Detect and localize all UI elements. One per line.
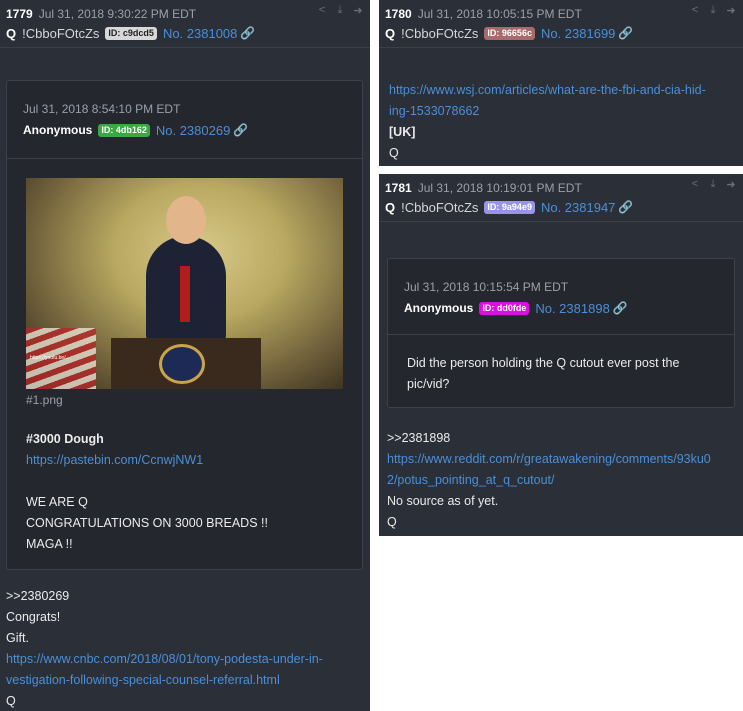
cnbc-link[interactable]: https://www.cnbc.com/2018/08/01/tony-pod… [6, 652, 323, 666]
quoted-line: Did the person holding the Q cutout ever… [407, 356, 680, 370]
quoted-name: Anonymous [23, 123, 93, 137]
reply-ref[interactable]: >>2381898 [387, 428, 743, 449]
body-line: Congrats! [6, 610, 61, 624]
quoted-line: MAGA !! [26, 537, 73, 551]
wsj-link-cont[interactable]: ing-1533078662 [389, 104, 479, 118]
post-1779: 1779 Jul 31, 2018 9:30:22 PM EDT Q !Cbbo… [0, 0, 370, 711]
tripcode: !CbboFOtcZs [401, 199, 479, 215]
quoted-name: Anonymous [404, 301, 474, 315]
post-image[interactable]: https://youtu.be/... [26, 178, 343, 389]
post-number: 1780 [385, 7, 412, 21]
reply-ref[interactable]: >>2380269 [6, 586, 366, 607]
image-filename[interactable]: #1.png [26, 390, 63, 411]
image-tie [180, 266, 190, 322]
quoted-post-number-link[interactable]: No. 2381898 [535, 301, 609, 316]
quoted-post: Jul 31, 2018 10:15:54 PM EDT Anonymous I… [387, 258, 735, 408]
post-number-link[interactable]: No. 2381947 [541, 200, 615, 215]
quoted-date: Jul 31, 2018 10:15:54 PM EDT [404, 280, 569, 294]
download-icon[interactable]: ⤓ [707, 4, 719, 17]
download-icon[interactable]: ⤓ [334, 4, 346, 17]
share-icon[interactable]: < [689, 178, 701, 191]
quoted-line: #3000 Dough [26, 432, 104, 446]
quoted-line: WE ARE Q [26, 495, 88, 509]
pastebin-link[interactable]: https://pastebin.com/CcnwjNW1 [26, 453, 203, 467]
tripcode: !CbboFOtcZs [401, 25, 479, 41]
post-1780: 1780 Jul 31, 2018 10:05:15 PM EDT Q !Cbb… [379, 0, 743, 166]
quoted-body: #3000 Dough https://pastebin.com/CcnwjNW… [26, 429, 356, 555]
post-date: Jul 31, 2018 9:30:22 PM EDT [38, 7, 197, 21]
cnbc-link-cont[interactable]: vestigation-following-special-counsel-re… [6, 673, 280, 687]
quoted-line: pic/vid? [407, 377, 450, 391]
body-line: [UK] [389, 125, 416, 139]
post-header: 1779 Jul 31, 2018 9:30:22 PM EDT Q !Cbbo… [0, 0, 370, 48]
post-number: 1779 [6, 7, 33, 21]
post-body: >>2380269 Congrats! Gift. https://www.cn… [6, 586, 366, 711]
post-body: >>2381898 https://www.reddit.com/r/great… [387, 428, 743, 533]
quoted-post: Jul 31, 2018 8:54:10 PM EDT Anonymous ID… [6, 80, 363, 570]
quoted-post-number-link[interactable]: No. 2380269 [156, 123, 230, 138]
tripcode: !CbboFOtcZs [22, 25, 100, 41]
id-badge: ID: 9a94e9 [484, 200, 535, 214]
body-line: No source as of yet. [387, 494, 499, 508]
poster-name: Q [6, 25, 17, 41]
body-line: Gift. [6, 631, 29, 645]
arrow-right-icon[interactable]: ➜ [352, 4, 364, 17]
link-icon[interactable]: 🔗 [233, 123, 248, 137]
quoted-header: Jul 31, 2018 8:54:10 PM EDT Anonymous ID… [7, 81, 362, 159]
id-badge: ID: c9dcd5 [105, 26, 157, 40]
poster-name: Q [385, 199, 396, 215]
image-face [166, 196, 206, 244]
reddit-link[interactable]: https://www.reddit.com/r/greatawakening/… [387, 452, 711, 466]
reddit-link-cont[interactable]: 2/potus_pointing_at_q_cutout/ [387, 473, 555, 487]
quoted-line: CONGRATULATIONS ON 3000 BREADS !! [26, 516, 268, 530]
post-actions: < ⤓ ➜ [689, 4, 737, 17]
signature: Q [6, 694, 16, 708]
post-body: https://www.wsj.com/articles/what-are-th… [389, 80, 739, 164]
wsj-link[interactable]: https://www.wsj.com/articles/what-are-th… [389, 83, 706, 97]
post-date: Jul 31, 2018 10:05:15 PM EDT [417, 7, 582, 21]
post-number-link[interactable]: No. 2381008 [163, 26, 237, 41]
quoted-header: Jul 31, 2018 10:15:54 PM EDT Anonymous I… [388, 259, 734, 335]
post-actions: < ⤓ ➜ [689, 178, 737, 191]
link-icon[interactable]: 🔗 [613, 301, 628, 315]
share-icon[interactable]: < [316, 4, 328, 17]
download-icon[interactable]: ⤓ [707, 178, 719, 191]
signature: Q [389, 146, 399, 160]
arrow-right-icon[interactable]: ➜ [725, 4, 737, 17]
post-actions: < ⤓ ➜ [316, 4, 364, 17]
link-icon[interactable]: 🔗 [618, 26, 633, 40]
post-date: Jul 31, 2018 10:19:01 PM EDT [417, 181, 582, 195]
quoted-id-badge: ID: dd0fde [479, 301, 530, 315]
link-icon[interactable]: 🔗 [618, 200, 633, 214]
quoted-id-badge: ID: 4db162 [98, 123, 150, 137]
image-seal [159, 344, 205, 384]
arrow-right-icon[interactable]: ➜ [725, 178, 737, 191]
image-caption: https://youtu.be/... [30, 355, 70, 361]
id-badge: ID: 96656c [484, 26, 535, 40]
post-number-link[interactable]: No. 2381699 [541, 26, 615, 41]
quoted-line [26, 471, 356, 492]
post-1781: 1781 Jul 31, 2018 10:19:01 PM EDT Q !Cbb… [379, 174, 743, 536]
post-header: 1780 Jul 31, 2018 10:05:15 PM EDT Q !Cbb… [379, 0, 743, 48]
link-icon[interactable]: 🔗 [240, 26, 255, 40]
quoted-body: Did the person holding the Q cutout ever… [407, 353, 727, 395]
post-header: 1781 Jul 31, 2018 10:19:01 PM EDT Q !Cbb… [379, 174, 743, 222]
share-icon[interactable]: < [689, 4, 701, 17]
post-number: 1781 [385, 181, 412, 195]
poster-name: Q [385, 25, 396, 41]
signature: Q [387, 515, 397, 529]
quoted-date: Jul 31, 2018 8:54:10 PM EDT [23, 102, 181, 116]
